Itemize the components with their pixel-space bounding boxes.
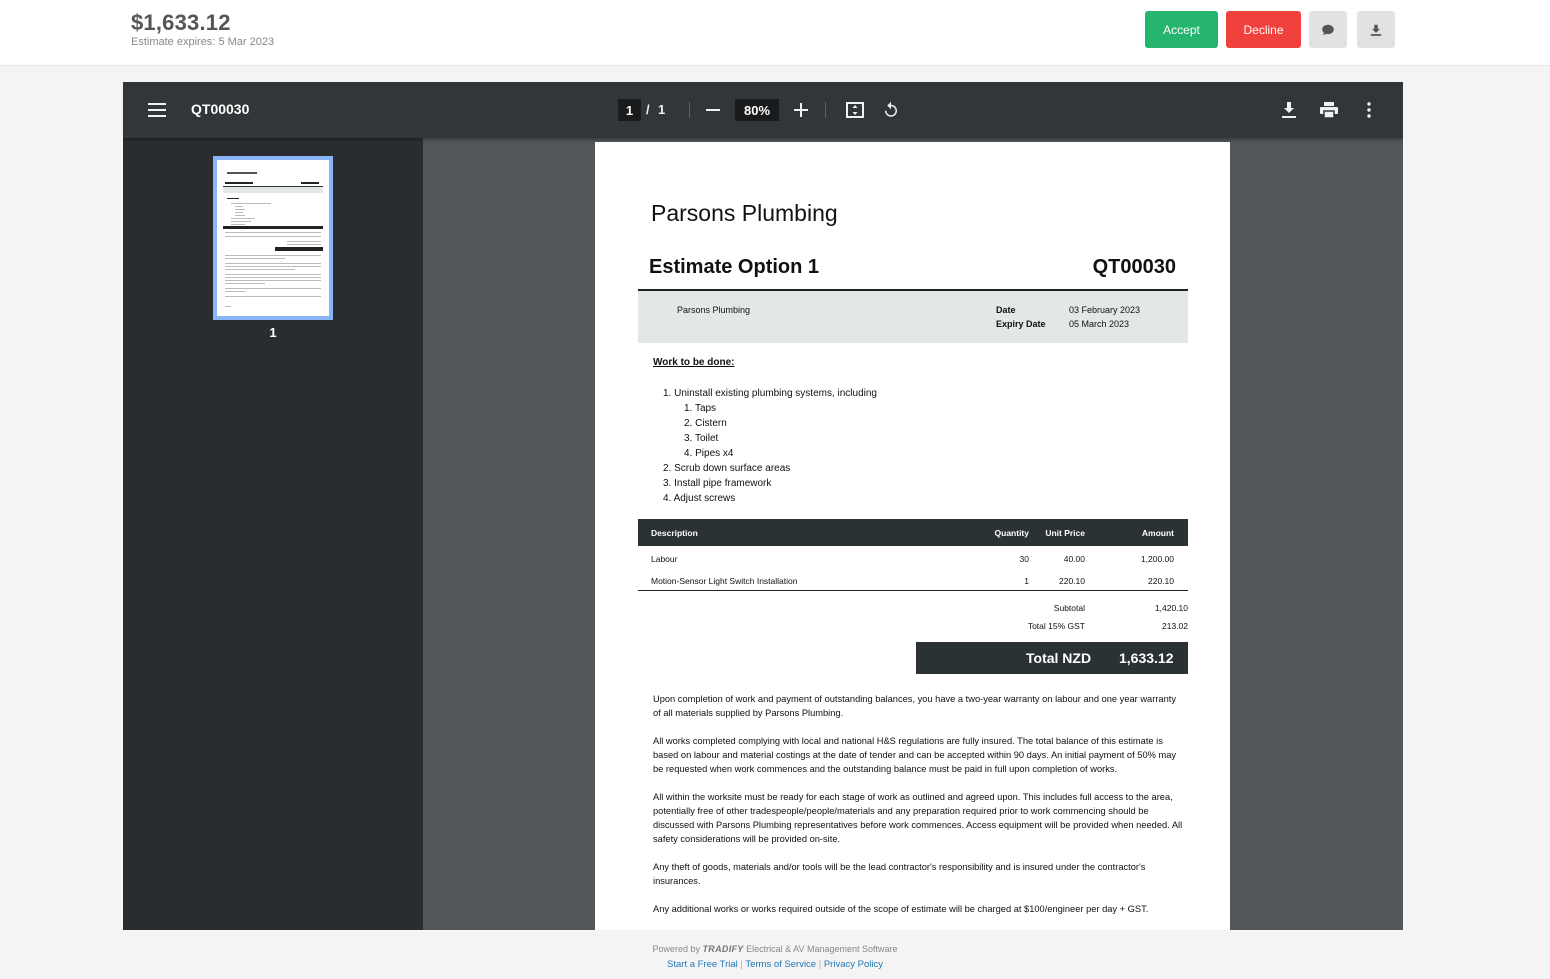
estimate-expiry: Estimate expires: 5 Mar 2023 [131, 36, 274, 48]
terms-paragraph: All works completed complying with local… [653, 736, 1177, 774]
comment-icon [1322, 24, 1334, 35]
accept-button[interactable]: Accept [1145, 11, 1218, 48]
print-button[interactable] [1317, 98, 1341, 122]
work-subitem: 3. Toilet [684, 433, 719, 444]
column-amount: Amount [1141, 528, 1174, 538]
comment-button[interactable] [1309, 11, 1347, 48]
work-subitem: 2. Cistern [684, 418, 727, 429]
powered-by: Powered by TRADIFY Electrical & AV Manag… [0, 944, 1550, 954]
pdf-toolbar: QT00030 1 / 1 80% [123, 82, 1403, 138]
total-label: Total NZD [1026, 650, 1092, 666]
rotate-icon [885, 101, 897, 117]
document-title: QT00030 [191, 101, 250, 117]
gst-value: 213.02 [1162, 621, 1188, 631]
pdf-download-button[interactable] [1277, 98, 1301, 122]
terms-link[interactable]: Terms of Service [745, 959, 816, 970]
zoom-in-button[interactable] [789, 98, 813, 122]
page-thumbnail[interactable] [213, 156, 333, 320]
powered-by-label: Powered by [652, 944, 700, 954]
terms-section: Upon completion of work and payment of o… [653, 692, 1183, 930]
expiry-label: Expiry Date [996, 319, 1046, 329]
download-button[interactable] [1357, 11, 1395, 48]
row-description: Labour [651, 554, 678, 564]
decline-button[interactable]: Decline [1226, 11, 1301, 48]
total-value: 1,633.12 [1119, 650, 1174, 666]
tradify-logo: TRADIFY [702, 944, 744, 954]
work-item: 4. Adjust screws [663, 493, 736, 504]
toolbar-divider [825, 102, 826, 118]
zoom-out-button[interactable] [701, 98, 725, 122]
document-page: Parsons Plumbing Estimate Option 1 QT000… [595, 142, 1230, 930]
work-subitem: 4. Pipes x4 [684, 448, 734, 459]
row-amount: 1,200.00 [1140, 554, 1174, 564]
estimate-amount: $1,633.12 [131, 10, 231, 35]
tagline: Electrical & AV Management Software [746, 944, 898, 954]
row-amount: 220.10 [1148, 576, 1174, 586]
row-description: Motion-Sensor Light Switch Installation [651, 576, 798, 586]
terms-paragraph: Any additional works or works required o… [653, 904, 1149, 914]
row-quantity: 30 [1019, 554, 1029, 564]
row-unit-price: 40.00 [1063, 554, 1085, 564]
page-number-input[interactable]: 1 [618, 99, 641, 121]
date-label: Date [996, 305, 1016, 315]
table-bottom-rule [638, 590, 1188, 591]
plus-icon [794, 103, 808, 117]
from-company: Parsons Plumbing [677, 305, 751, 315]
work-item: 2. Scrub down surface areas [663, 463, 791, 474]
hamburger-menu-icon [148, 103, 166, 117]
thumbnail-page-number: 1 [269, 325, 277, 340]
print-icon [1320, 102, 1338, 118]
page-footer: Powered by TRADIFY Electrical & AV Manag… [0, 944, 1550, 970]
privacy-link[interactable]: Privacy Policy [824, 959, 883, 970]
toolbar-divider [689, 102, 690, 118]
link-separator: | [740, 959, 743, 970]
expires-label: Estimate expires: [131, 36, 216, 48]
expiry-value: 05 March 2023 [1069, 319, 1130, 329]
estimate-number: QT00030 [1092, 256, 1176, 278]
terms-paragraph: Upon completion of work and payment of o… [653, 694, 1176, 718]
minus-icon [706, 109, 720, 111]
subtotal-label: Subtotal [1053, 603, 1085, 613]
row-unit-price: 220.10 [1059, 576, 1085, 586]
fit-to-page-icon [846, 102, 864, 118]
row-quantity: 1 [1024, 576, 1029, 586]
download-icon [1282, 102, 1296, 118]
estimate-details-band: Parsons Plumbing Date 03 February 2023 E… [638, 291, 1188, 343]
link-separator: | [818, 959, 822, 970]
page-total: 1 [658, 102, 666, 117]
table-row: Labour 30 40.00 1,200.00 [638, 546, 1188, 568]
gst-label: Total 15% GST [1027, 621, 1085, 631]
rotate-button[interactable] [879, 98, 903, 122]
page-separator: / [646, 102, 650, 117]
subtotal-value: 1,420.10 [1154, 603, 1188, 613]
free-trial-link[interactable]: Start a Free Trial [667, 959, 738, 970]
estimate-title: Estimate Option 1 [649, 256, 820, 278]
estimate-header: $1,633.12 Estimate expires: 5 Mar 2023 A… [0, 0, 1550, 66]
column-unit-price: Unit Price [1045, 528, 1085, 538]
company-name: Parsons Plumbing [651, 200, 838, 226]
footer-links: Start a Free Trial | Terms of Service | … [0, 959, 1550, 970]
date-value: 03 February 2023 [1069, 305, 1141, 315]
thumbnail-sidebar: 1 [123, 138, 423, 930]
more-options-button[interactable] [1357, 98, 1381, 122]
work-item: 1. Uninstall existing plumbing systems, … [663, 388, 877, 399]
table-row: Motion-Sensor Light Switch Installation … [638, 568, 1188, 590]
more-vertical-icon [1367, 102, 1371, 118]
terms-paragraph: Any theft of goods, materials and/or too… [653, 862, 1146, 886]
table-header: Description Quantity Unit Price Amount [638, 519, 1188, 546]
expires-value: 5 Mar 2023 [218, 36, 275, 48]
work-subitem: 1. Taps [684, 403, 717, 414]
work-heading: Work to be done: [653, 357, 735, 368]
download-icon [1370, 24, 1382, 36]
total-box: Total NZD 1,633.12 [916, 642, 1188, 674]
work-item: 3. Install pipe framework [663, 478, 772, 489]
zoom-level-input[interactable]: 80% [735, 99, 779, 121]
fit-page-button[interactable] [843, 98, 867, 122]
column-quantity: Quantity [994, 528, 1029, 538]
pdf-viewer: QT00030 1 / 1 80% 1 Parsons Plumbing Est… [123, 82, 1403, 930]
column-description: Description [651, 528, 698, 538]
menu-button[interactable] [145, 98, 169, 122]
terms-paragraph: All within the worksite must be ready fo… [653, 792, 1183, 844]
